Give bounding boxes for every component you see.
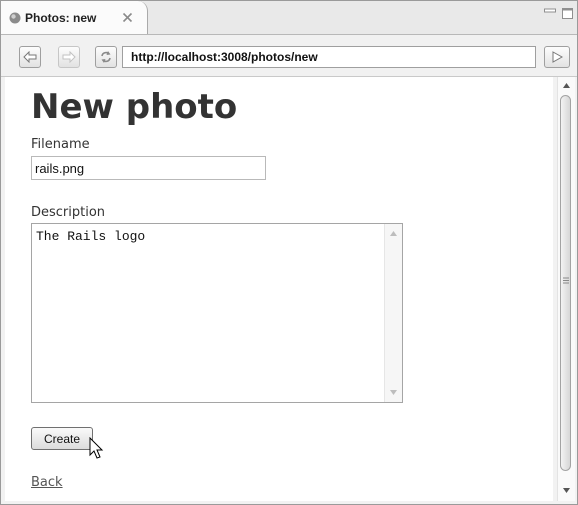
forward-button[interactable]	[58, 46, 80, 68]
textarea-scrollbar[interactable]	[384, 224, 402, 402]
url-bar[interactable]: http://localhost:3008/photos/new	[122, 46, 536, 68]
description-label: Description	[31, 205, 106, 220]
filename-input[interactable]: rails.png	[31, 156, 266, 180]
refresh-button[interactable]	[95, 46, 117, 68]
back-arrow-icon	[23, 51, 37, 63]
forward-arrow-icon	[62, 51, 76, 63]
go-button[interactable]	[544, 46, 570, 68]
cursor-icon	[89, 437, 104, 459]
back-button[interactable]	[19, 46, 41, 68]
back-link[interactable]: Back	[31, 475, 63, 490]
globe-icon	[9, 12, 21, 24]
scroll-down-icon[interactable]	[563, 488, 570, 493]
create-button[interactable]: Create	[31, 427, 93, 450]
tab-photos-new[interactable]: Photos: new	[1, 1, 148, 34]
go-icon	[552, 51, 563, 63]
page-scrollbar[interactable]	[557, 77, 575, 501]
page-viewport: New photo Filename rails.png Description…	[5, 77, 553, 501]
scroll-up-icon[interactable]	[563, 83, 570, 88]
page-title: New photo	[31, 87, 238, 127]
description-text: The Rails logo	[36, 229, 146, 244]
scroll-grip-icon	[563, 277, 569, 284]
scroll-down-icon[interactable]	[390, 390, 397, 395]
description-textarea[interactable]: The Rails logo	[31, 223, 403, 403]
scroll-up-icon[interactable]	[390, 231, 397, 236]
tab-title: Photos: new	[25, 11, 97, 25]
minimize-icon[interactable]	[544, 8, 556, 16]
close-icon[interactable]	[122, 12, 133, 23]
tab-strip: Photos: new	[1, 1, 577, 35]
browser-window: Photos: new http://localhost:3008/photos…	[0, 0, 578, 505]
scrollbar-thumb[interactable]	[560, 95, 571, 471]
filename-label: Filename	[31, 137, 90, 152]
navigation-toolbar: http://localhost:3008/photos/new	[1, 35, 577, 77]
maximize-icon[interactable]	[562, 8, 573, 19]
refresh-icon	[101, 51, 111, 63]
